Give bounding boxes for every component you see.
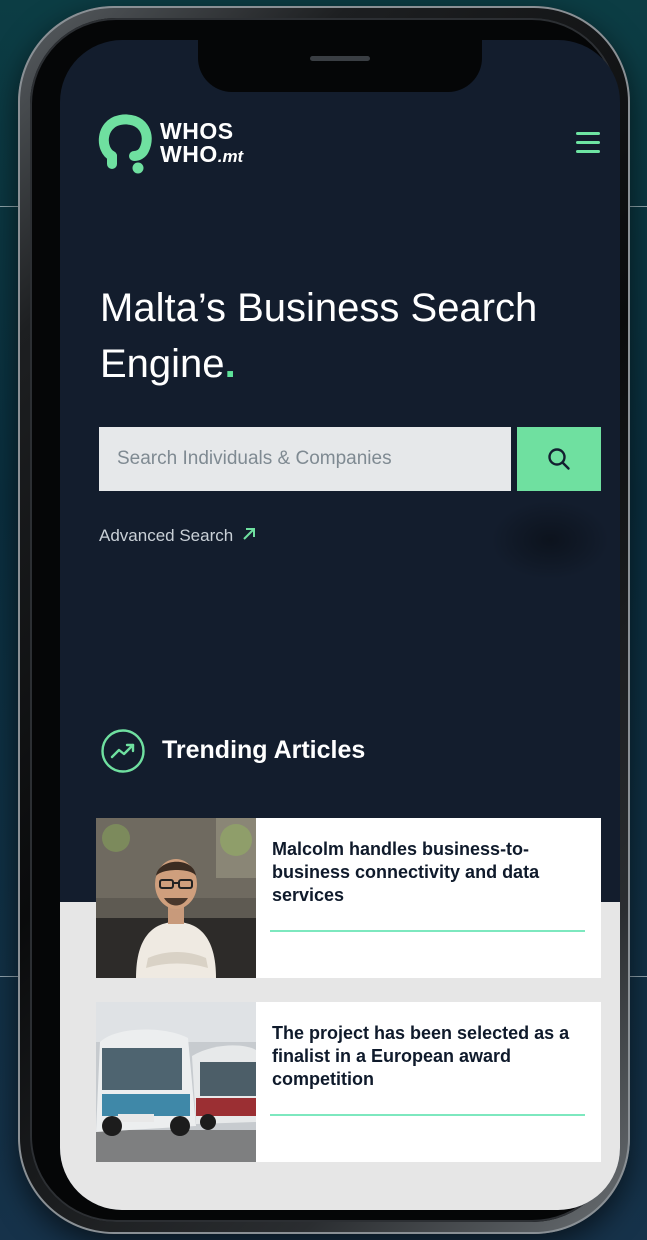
article-image [96,1002,256,1162]
article-title: The project has been selected as a final… [272,1023,570,1089]
site-header: WHOS WHO.mt [98,110,602,180]
search-icon [548,448,570,470]
article-card[interactable]: The project has been selected as a final… [96,1002,601,1162]
logo-icon[interactable] [98,112,152,178]
background-line-bottom-right [627,976,647,977]
logo-line-1: WHOS [160,118,234,144]
man-portrait-photo [96,818,256,978]
logo-tld: .mt [217,147,244,166]
page-title: Malta’s Business Search Engine. [100,280,610,392]
speaker-grille [310,56,370,61]
logo-line-2-main: WHO [160,141,218,167]
decorative-shadow [490,500,610,580]
advanced-search-label: Advanced Search [99,526,234,545]
background-line-top-right [627,206,647,207]
search-button[interactable] [517,427,601,491]
advanced-search-link[interactable]: Advanced Search [99,526,257,546]
buses-photo [96,1002,256,1162]
article-card[interactable]: Malcolm handles business-to-business con… [96,818,601,978]
article-divider [270,930,585,932]
logo-line-2: WHO.mt [160,143,243,168]
article-image [96,818,256,978]
phone-screen: WHOS WHO.mt Malta’s Business Search Engi… [60,40,620,1210]
article-divider [270,1114,585,1116]
hamburger-menu-icon[interactable] [576,132,602,154]
page-title-text: Malta’s Business Search Engine [100,286,538,386]
search-input[interactable] [99,427,511,491]
arrow-up-right-icon [243,528,255,540]
page-title-dot: . [224,342,236,386]
phone-frame: WHOS WHO.mt Malta’s Business Search Engi… [18,6,630,1234]
phone-notch [198,40,482,92]
logo-wordmark[interactable]: WHOS WHO.mt [160,120,243,168]
article-title: Malcolm handles business-to-business con… [272,839,540,905]
trending-title: Trending Articles [162,736,366,764]
trending-up-icon [101,729,145,773]
